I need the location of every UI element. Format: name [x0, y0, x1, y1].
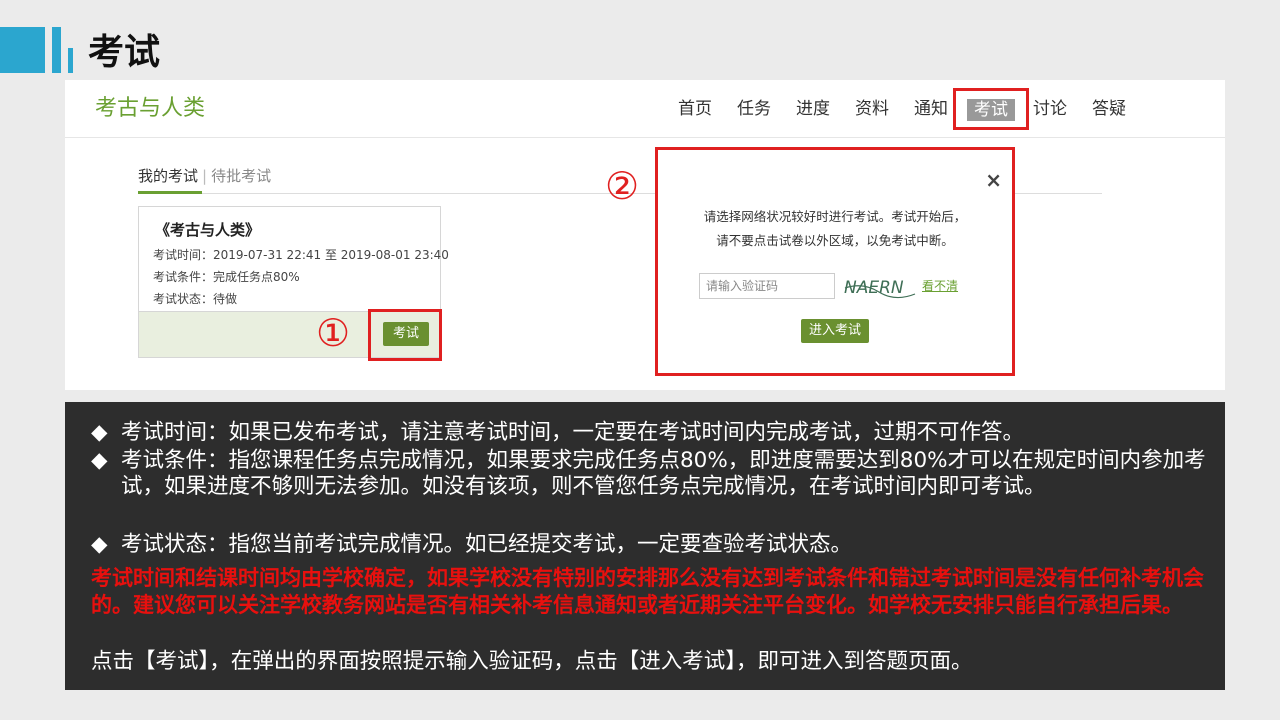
- dialog-message-line1: 请选择网络状况较好时进行考试。考试开始后，: [703, 209, 967, 224]
- title-accent-bar: [68, 48, 73, 73]
- exam-tabs: 我的考试 | 待批考试: [138, 166, 271, 186]
- note-item: ◆ 考试条件：指您课程任务点完成情况，如果要求完成任务点80%，即进度需要达到8…: [91, 448, 1206, 499]
- site-logo[interactable]: 考古与人类: [95, 94, 205, 124]
- title-accent-bar: [0, 27, 45, 73]
- diamond-bullet-icon: ◆: [91, 532, 108, 557]
- note-item: ◆ 考试状态：指您当前考试完成情况。如已经提交考试，一定要查验考试状态。: [91, 532, 853, 557]
- course-page-screenshot: 考古与人类 首页 任务 进度 资料 通知 考试 讨论 答疑 我的考试 | 待批考试 …: [65, 80, 1225, 390]
- notes-panel: ◆ 考试时间：如果已发布考试，请注意考试时间，一定要在考试时间内完成考试，过期不…: [65, 402, 1225, 690]
- captcha-dialog: × 请选择网络状况较好时进行考试。考试开始后， 请不要点击试卷以外区域，以免考试…: [655, 147, 1015, 376]
- diamond-bullet-icon: ◆: [91, 448, 108, 473]
- captcha-refresh-link[interactable]: 看不清: [922, 278, 958, 294]
- tab-separator: |: [202, 167, 208, 185]
- warning-text: 考试时间和结课时间均由学校确定，如果学校没有特别的安排那么没有达到考试条件和错过…: [91, 565, 1204, 617]
- exam-button-highlight: 考试: [368, 309, 442, 361]
- exam-time: 考试时间：2019-07-31 22:41 至 2019-08-01 23:40: [153, 248, 449, 262]
- nav-item-discussion[interactable]: 讨论: [1033, 98, 1067, 120]
- nav-item-qa[interactable]: 答疑: [1092, 98, 1126, 120]
- title-accent-bar: [52, 27, 61, 73]
- dialog-message-line2: 请不要点击试卷以外区域，以免考试中断。: [716, 233, 954, 248]
- exam-condition: 考试条件：完成任务点80%: [153, 270, 300, 284]
- exam-status: 考试状态：待做: [153, 292, 238, 306]
- exam-button[interactable]: 考试: [383, 322, 429, 346]
- captcha-input[interactable]: [699, 273, 835, 299]
- close-icon[interactable]: ×: [985, 170, 1002, 190]
- slide-title: 考试: [88, 32, 161, 73]
- note-item: ◆ 考试时间：如果已发布考试，请注意考试时间，一定要在考试时间内完成考试，过期不…: [91, 420, 1025, 445]
- nav-item-exam[interactable]: 考试: [967, 99, 1015, 121]
- enter-exam-button[interactable]: 进入考试: [801, 319, 869, 343]
- nav-item-notices[interactable]: 通知: [914, 98, 948, 120]
- nav-item-exam-highlight[interactable]: 考试: [953, 88, 1029, 130]
- nav-item-progress[interactable]: 进度: [796, 98, 830, 120]
- diamond-bullet-icon: ◆: [91, 420, 108, 445]
- nav-item-materials[interactable]: 资料: [855, 98, 889, 120]
- nav-divider: [65, 137, 1225, 138]
- nav-item-tasks[interactable]: 任务: [737, 98, 771, 120]
- step-marker-one: ①: [316, 311, 351, 355]
- tab-pending-exams[interactable]: 待批考试: [211, 167, 271, 185]
- tab-active-underline: [138, 191, 202, 194]
- instruction-text: 点击【考试】，在弹出的界面按照提示输入验证码，点击【进入考试】，即可进入到答题页…: [91, 649, 973, 674]
- exam-title: 《考古与人类》: [155, 221, 261, 239]
- nav-item-home[interactable]: 首页: [678, 98, 712, 120]
- captcha-image[interactable]: NAERN: [843, 274, 917, 300]
- captcha-text: NAERN: [844, 278, 904, 298]
- tab-my-exams[interactable]: 我的考试: [138, 167, 198, 185]
- step-marker-two: ②: [605, 164, 640, 208]
